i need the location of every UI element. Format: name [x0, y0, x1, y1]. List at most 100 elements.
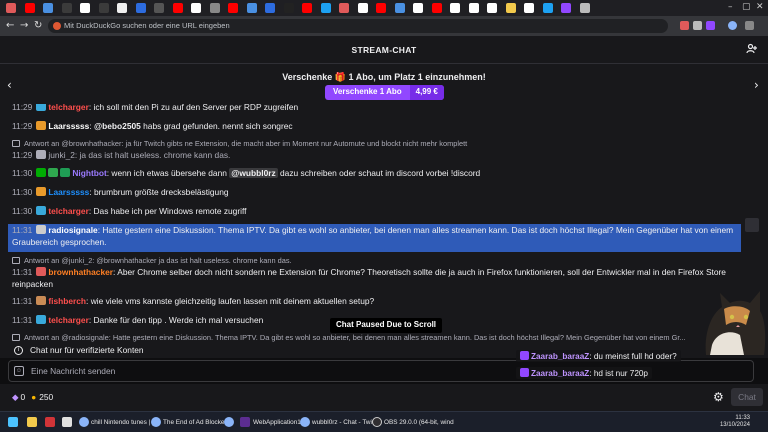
timestamp: 11:29 — [12, 121, 33, 131]
chat-message[interactable]: 11:30 Laarsssss: brumbrum größte drecksbe… — [12, 186, 742, 198]
browser-tab-favicon-icon[interactable] — [320, 3, 331, 13]
browser-tab-favicon-icon[interactable] — [542, 3, 553, 13]
browser-tab-favicon-icon[interactable] — [228, 3, 238, 13]
overlay-text: : du meinst full hd oder? — [589, 352, 677, 361]
system-clock[interactable]: 11:33 13/10/2024 — [720, 415, 750, 429]
close-window-icon[interactable]: ✕ — [756, 2, 764, 12]
browser-tab-favicon-icon[interactable] — [154, 3, 164, 13]
username[interactable]: brownhathacker — [48, 267, 113, 277]
file-explorer-icon[interactable] — [27, 417, 37, 427]
browser-tab-favicon-icon[interactable] — [191, 3, 201, 13]
browser-tab-favicon-icon[interactable] — [376, 3, 386, 13]
browser-tab-favicon-icon[interactable] — [246, 3, 257, 13]
message-options-icon[interactable] — [745, 218, 759, 232]
chat-message[interactable]: 11:29 junki_2: ja das ist halt useless. c… — [12, 149, 742, 161]
browser-tab-favicon-icon[interactable] — [431, 3, 442, 13]
browser-tab-favicon-icon[interactable] — [561, 3, 571, 13]
clock-date: 13/10/2024 — [719, 422, 750, 428]
overlay-username: Zaarab_baraaZ — [531, 369, 590, 378]
browser-tab-favicon-icon[interactable] — [394, 3, 405, 13]
chevron-right-icon[interactable]: › — [754, 78, 759, 92]
emote-picker-icon[interactable]: ☺ — [14, 366, 24, 376]
chat-message[interactable]: 11:31 brownhathacker: Aber Chrome selber … — [12, 266, 742, 290]
obs-icon — [372, 417, 382, 427]
browser-tab-favicon-icon[interactable] — [302, 3, 312, 13]
forward-icon[interactable]: → — [20, 20, 28, 31]
app-icon[interactable] — [45, 417, 55, 427]
browser-tab-favicon-icon[interactable] — [98, 3, 109, 13]
browser-tab-favicon-icon[interactable] — [135, 3, 146, 13]
taskbar-item[interactable]: OBS 29.0.0 (64-bit, wind — [384, 415, 454, 430]
chat-message[interactable]: 11:29 Laarsssss: @bebo2505 habs grad gefu… — [12, 120, 742, 132]
address-bar[interactable]: Mit DuckDuckGo suchen oder eine URL eing… — [48, 19, 668, 33]
taskbar-item[interactable]: The End of Ad Blockers — [163, 415, 230, 430]
taskbar-item[interactable]: chill Nintendo tunes | y — [91, 415, 155, 430]
browser-tab-favicon-icon[interactable] — [413, 3, 423, 13]
browser-tab-favicon-icon[interactable] — [505, 3, 516, 13]
browser-tab-favicon-icon[interactable] — [468, 3, 479, 13]
mention[interactable]: @bebo2505 — [94, 121, 141, 131]
username[interactable]: fishberch — [48, 296, 86, 306]
browser-tab-favicon-icon[interactable] — [43, 3, 53, 13]
browser-tab-favicon-icon[interactable] — [283, 3, 294, 13]
reply-text: Antwort an @brownhathacker: ja für Twitc… — [24, 139, 468, 148]
badge-icon — [36, 225, 47, 234]
points-value: 250 — [39, 392, 54, 402]
back-icon[interactable]: ← — [6, 20, 14, 31]
reply-context[interactable]: Antwort an @brownhathacker: ja für Twitc… — [12, 139, 467, 148]
maximize-icon[interactable]: ▢ — [742, 2, 751, 12]
username[interactable]: Nightbot — [72, 168, 106, 178]
badge-icon — [36, 296, 47, 305]
username[interactable]: Laarsssss — [48, 121, 89, 131]
community-icon[interactable] — [746, 43, 758, 55]
menu-icon[interactable] — [745, 21, 754, 30]
username[interactable]: junki_2 — [48, 150, 75, 160]
channel-points[interactable]: ◆ 0 ● 250 — [12, 392, 53, 402]
mention[interactable]: @wubbl0rz — [229, 168, 278, 178]
chat-message[interactable]: 11:30 telcharger: Das habe ich per Window… — [12, 205, 742, 217]
extension-icon[interactable] — [680, 21, 689, 30]
profile-icon[interactable] — [728, 21, 737, 30]
chat-log[interactable]: 11:29 telcharger: ich soll mit den Pi zu … — [0, 104, 768, 344]
browser-tab-favicon-icon[interactable] — [450, 3, 460, 13]
browser-tab-favicon-icon[interactable] — [61, 3, 72, 13]
browser-icon — [151, 417, 161, 427]
chat-paused-notice[interactable]: Chat Paused Due to Scroll — [330, 318, 443, 333]
badge-icon — [36, 267, 47, 276]
reload-icon[interactable]: ↻ — [34, 20, 42, 31]
chat-send-button[interactable]: Chat — [731, 388, 763, 406]
taskbar-item[interactable]: WebApplication1 — [253, 415, 301, 430]
browser-tab-favicon-icon[interactable] — [209, 3, 220, 13]
browser-tab-favicon-icon[interactable] — [6, 3, 16, 13]
browser-tab-favicon-icon[interactable] — [80, 3, 90, 13]
username[interactable]: Laarsssss — [48, 187, 89, 197]
browser-tab-favicon-icon[interactable] — [117, 3, 127, 13]
extension-icon[interactable] — [693, 21, 702, 30]
chat-message[interactable]: 11:31 fishberch: wie viele vms kannste gl… — [12, 295, 742, 307]
username[interactable]: telcharger — [48, 315, 89, 325]
browser-tab-favicon-icon[interactable] — [487, 3, 497, 13]
gift-sub-button[interactable]: Verschenke 1 Abo 4,99 € — [325, 85, 444, 100]
chat-message[interactable]: 11:30 Nightbot: wenn ich etwas übersehe d… — [12, 167, 742, 179]
taskbar-item[interactable]: wubbl0rz - Chat - Twitch — [312, 415, 380, 430]
browser-tab-favicon-icon[interactable] — [172, 3, 183, 13]
minimize-icon[interactable]: – — [728, 2, 733, 12]
windows-start-icon[interactable] — [8, 417, 18, 427]
browser-tab-favicon-icon[interactable] — [265, 3, 275, 13]
reply-context[interactable]: Antwort an @radiosignale: Hatte gestern … — [12, 333, 702, 342]
browser-tab-favicon-icon[interactable] — [579, 3, 590, 13]
browser-tab-favicon-icon[interactable] — [524, 3, 534, 13]
username[interactable]: telcharger — [48, 206, 89, 216]
message-text: : wenn ich etwas übersehe dann — [106, 168, 230, 178]
extension-icon[interactable] — [706, 21, 715, 30]
username[interactable]: telcharger — [48, 104, 89, 112]
username[interactable]: radiosignale — [48, 225, 97, 235]
browser-tab-favicon-icon[interactable] — [339, 3, 349, 13]
browser-tab-favicon-icon[interactable] — [357, 3, 368, 13]
chat-message-highlighted[interactable]: 11:31 radiosignale: Hatte gestern eine Di… — [12, 224, 734, 248]
chat-message[interactable]: 11:29 telcharger: ich soll mit den Pi zu … — [12, 104, 742, 113]
app-icon[interactable] — [62, 417, 72, 427]
browser-tab-favicon-icon[interactable] — [24, 3, 35, 13]
settings-gear-icon[interactable]: ⚙ — [713, 390, 724, 404]
reply-context[interactable]: Antwort an @junki_2: @brownhathacker ja … — [12, 256, 292, 265]
